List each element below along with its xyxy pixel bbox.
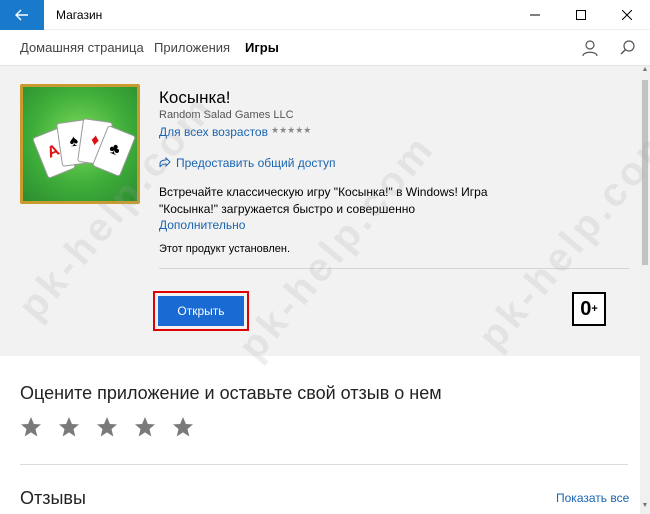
scroll-down-icon[interactable]: ▼ xyxy=(640,502,650,514)
share-label: Предоставить общий доступ xyxy=(176,156,336,170)
age-badge-plus: + xyxy=(591,303,598,315)
installed-status: Этот продукт установлен. xyxy=(159,243,291,255)
description: Встречайте классическую игру "Косынка!" … xyxy=(159,185,488,216)
share-icon xyxy=(159,157,171,168)
scroll-up-icon[interactable]: ▲ xyxy=(640,66,650,78)
app-name: Косынка! xyxy=(159,88,231,107)
age-rating-badge: 0 + xyxy=(572,292,606,326)
nav-home[interactable]: Домашняя страница xyxy=(20,40,144,55)
share-link[interactable]: Предоставить общий доступ xyxy=(159,156,336,170)
star-icon[interactable] xyxy=(96,416,118,438)
rate-app-heading: Оцените приложение и оставьте свой отзыв… xyxy=(20,383,442,403)
open-button[interactable]: Открыть xyxy=(158,296,244,326)
nav-games[interactable]: Игры xyxy=(245,40,279,55)
scrollbar[interactable]: ▲ ▼ xyxy=(640,66,650,514)
star-icon[interactable] xyxy=(20,416,42,438)
star-icon[interactable] xyxy=(58,416,80,438)
close-icon xyxy=(622,10,632,20)
minimize-icon xyxy=(530,14,540,16)
divider xyxy=(20,464,628,465)
arrow-left-icon xyxy=(15,9,28,21)
rating-stars: ★★★★★ xyxy=(271,125,312,135)
window-title: Магазин xyxy=(56,8,103,22)
top-navigation: Домашняя страница Приложения Игры xyxy=(0,30,650,66)
divider xyxy=(159,268,629,269)
publisher-link[interactable]: Random Salad Games LLC xyxy=(159,109,294,121)
star-icon[interactable] xyxy=(172,416,194,438)
title-bar: Магазин xyxy=(0,0,650,30)
show-all-reviews-link[interactable]: Показать все xyxy=(556,491,629,505)
age-badge-value: 0 xyxy=(580,297,592,320)
age-rating-link[interactable]: Для всех возрастов xyxy=(159,125,268,139)
nav-apps[interactable]: Приложения xyxy=(154,40,230,55)
star-icon[interactable] xyxy=(134,416,156,438)
minimize-button[interactable] xyxy=(512,0,558,30)
app-image: A ♠ ♦ ♣ xyxy=(20,84,140,204)
maximize-icon xyxy=(576,10,586,20)
back-button[interactable] xyxy=(0,0,44,30)
scrollbar-thumb[interactable] xyxy=(642,80,648,265)
product-panel: A ♠ ♦ ♣ Косынка! Random Salad Games LLC … xyxy=(0,66,640,356)
reviews-heading: Отзывы xyxy=(20,488,86,508)
search-icon[interactable] xyxy=(618,38,638,58)
more-link[interactable]: Дополнительно xyxy=(159,218,245,232)
close-button[interactable] xyxy=(604,0,650,30)
maximize-button[interactable] xyxy=(558,0,604,30)
user-icon[interactable] xyxy=(580,38,600,58)
